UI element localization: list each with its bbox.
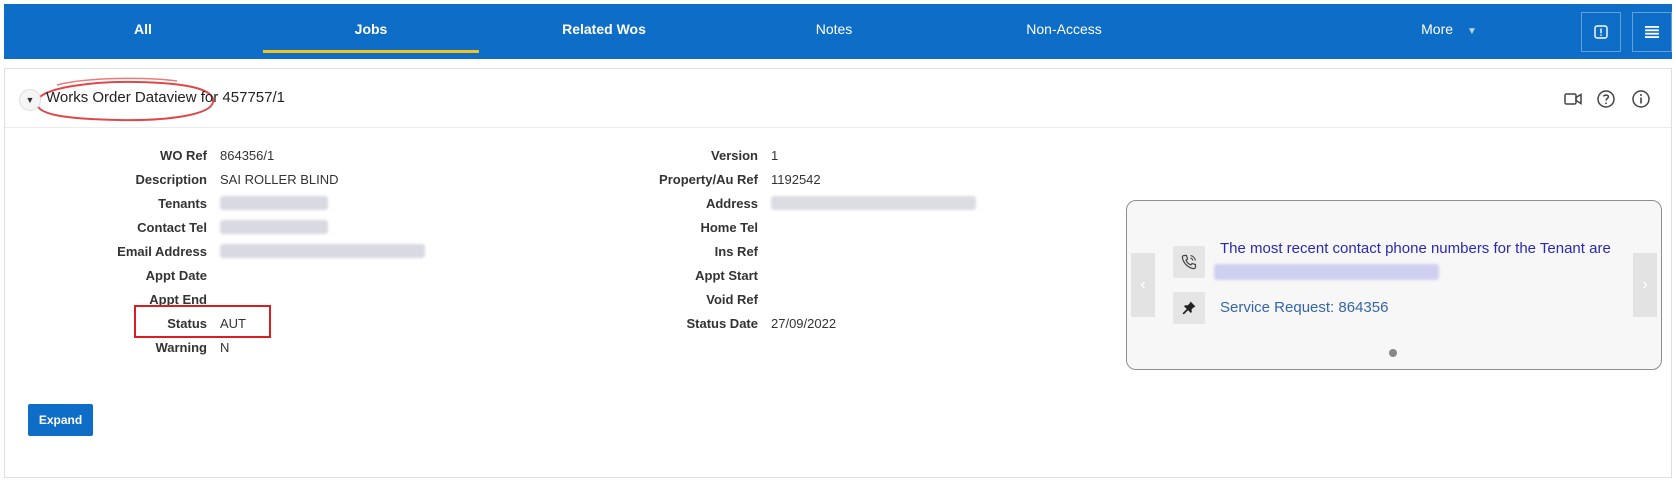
pin-icon-box bbox=[1173, 292, 1205, 324]
collapse-toggle[interactable]: ▼ bbox=[19, 89, 41, 111]
redacted-phone-numbers bbox=[1214, 264, 1439, 280]
pin-icon bbox=[1182, 301, 1196, 315]
chevron-right-icon: › bbox=[1642, 276, 1648, 293]
chevron-left-icon: ‹ bbox=[1140, 276, 1146, 293]
help-icon[interactable] bbox=[1594, 87, 1618, 111]
panel-header: ▼ Works Order Dataview for 457757/1 bbox=[5, 69, 1671, 128]
tab-related-wos[interactable]: Related Wos bbox=[516, 4, 692, 59]
field-label-void-ref: Void Ref bbox=[706, 292, 758, 307]
tab-notes[interactable]: Notes bbox=[764, 4, 904, 59]
carousel-next-button[interactable]: › bbox=[1633, 253, 1657, 317]
chevron-down-icon: ▼ bbox=[1466, 26, 1477, 37]
works-order-panel: ▼ Works Order Dataview for 457757/1 WO R… bbox=[4, 68, 1672, 478]
panel-title: Works Order Dataview for 457757/1 bbox=[46, 89, 285, 106]
field-label-address: Address bbox=[705, 196, 758, 211]
top-nav-bar: All Jobs Related Wos Notes Non-Access Mo… bbox=[4, 4, 1672, 59]
field-value-description: SAI ROLLER BLIND bbox=[220, 172, 339, 187]
field-label-ins-ref: Ins Ref bbox=[714, 244, 758, 259]
field-value-warning: N bbox=[220, 340, 230, 355]
field-value-status-date: 27/09/2022 bbox=[771, 316, 837, 331]
carousel-indicator-dot[interactable] bbox=[1389, 349, 1397, 357]
field-label-wo-ref: WO Ref bbox=[160, 148, 207, 163]
field-value-wo-ref: 864356/1 bbox=[220, 148, 275, 163]
tab-all[interactable]: All bbox=[89, 4, 197, 59]
expand-button[interactable]: Expand bbox=[28, 404, 93, 436]
field-label-appt-date: Appt Date bbox=[145, 268, 207, 283]
more-label: More bbox=[1421, 21, 1454, 37]
field-label-appt-start: Appt Start bbox=[695, 268, 758, 283]
phone-icon-box bbox=[1173, 246, 1205, 278]
field-label-home-tel: Home Tel bbox=[700, 220, 758, 235]
contact-phone-message: The most recent contact phone numbers fo… bbox=[1220, 240, 1611, 257]
field-label-email-address: Email Address bbox=[117, 244, 207, 259]
status-highlight-box bbox=[134, 305, 271, 338]
field-label-description: Description bbox=[135, 172, 207, 187]
alert-icon bbox=[1594, 25, 1608, 39]
redacted-email-address bbox=[220, 244, 425, 258]
video-camera-icon[interactable] bbox=[1561, 87, 1585, 111]
field-label-contact-tel: Contact Tel bbox=[137, 220, 207, 235]
field-label-tenants: Tenants bbox=[158, 196, 207, 211]
field-label-property-au-ref: Property/Au Ref bbox=[659, 172, 758, 187]
tab-non-access[interactable]: Non-Access bbox=[984, 4, 1144, 59]
menu-icon bbox=[1645, 26, 1659, 38]
field-value-version: 1 bbox=[771, 148, 779, 163]
carousel-prev-button[interactable]: ‹ bbox=[1131, 253, 1155, 317]
service-request-link[interactable]: Service Request: 864356 bbox=[1220, 299, 1388, 316]
info-icon[interactable] bbox=[1629, 87, 1653, 111]
redacted-contact-tel bbox=[220, 220, 328, 234]
field-label-status-date: Status Date bbox=[686, 316, 758, 331]
more-menu[interactable]: More ▼ bbox=[1399, 4, 1499, 59]
info-carousel: ‹ › The most recent contact phone number… bbox=[1126, 200, 1662, 370]
alert-button[interactable] bbox=[1581, 12, 1621, 52]
field-label-warning: Warning bbox=[155, 340, 207, 355]
redacted-tenants bbox=[220, 196, 328, 210]
tab-jobs[interactable]: Jobs bbox=[263, 4, 479, 59]
field-value-property-au-ref: 1192542 bbox=[771, 172, 821, 187]
field-label-version: Version bbox=[711, 148, 758, 163]
redacted-address bbox=[771, 196, 976, 210]
menu-button[interactable] bbox=[1632, 12, 1672, 52]
phone-icon bbox=[1181, 254, 1197, 270]
